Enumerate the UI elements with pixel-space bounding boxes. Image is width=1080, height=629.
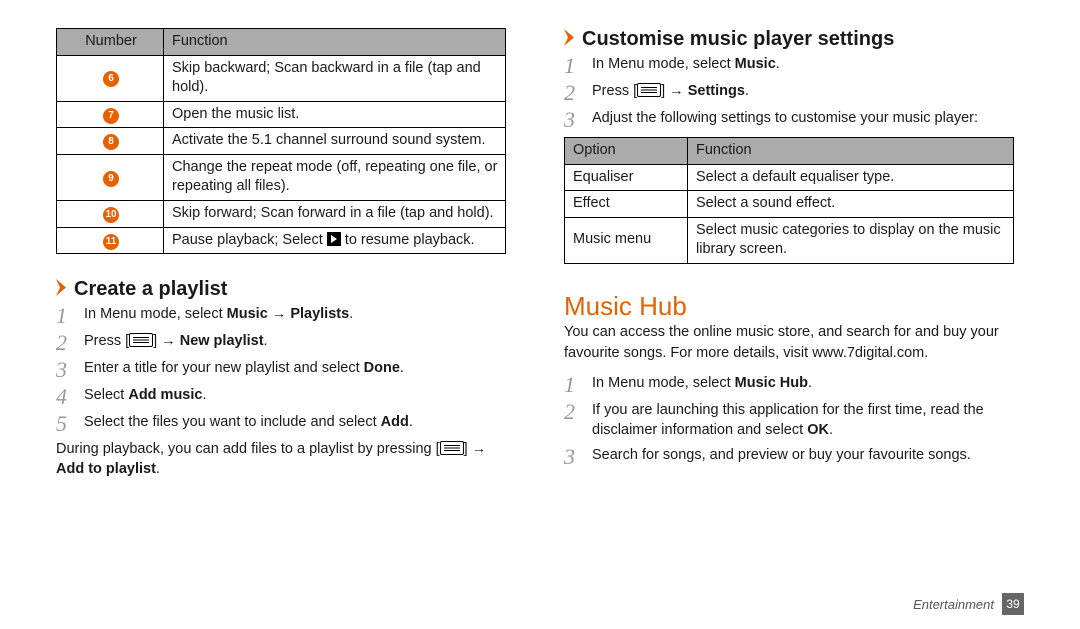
row-option: Effect: [565, 191, 688, 218]
step-number: 2: [56, 331, 74, 354]
row-function: Skip forward; Scan forward in a file (ta…: [164, 200, 506, 227]
main-heading-music-hub: Music Hub: [564, 292, 1014, 321]
row-number: 10: [57, 200, 164, 227]
step-number: 3: [564, 445, 582, 468]
row-function: Select a default equaliser type.: [688, 164, 1014, 191]
step-number: 2: [564, 81, 582, 104]
page-footer: Entertainment 39: [913, 593, 1024, 615]
number-badge-icon: 9: [103, 171, 119, 187]
table-row: 9 Change the repeat mode (off, repeating …: [57, 154, 506, 200]
table-row: 6 Skip backward; Scan backward in a file …: [57, 55, 506, 101]
row-option: Equaliser: [565, 164, 688, 191]
step-number: 1: [56, 304, 74, 327]
table-row: 8 Activate the 5.1 channel surround sound…: [57, 128, 506, 155]
step-item: 2If you are launching this application f…: [564, 400, 1014, 441]
row-function: Open the music list.: [164, 101, 506, 128]
step-item: 2 Press [] → New playlist.: [56, 331, 506, 354]
settings-table: Option Function EqualiserSelect a defaul…: [564, 137, 1014, 264]
sub-heading-create-playlist: Create a playlist: [56, 278, 506, 300]
music-hub-paragraph: You can access the online music store, a…: [564, 322, 1014, 363]
step-number: 4: [56, 385, 74, 408]
step-item: 3 Adjust the following settings to custom…: [564, 108, 1014, 131]
step-item: 1 In Menu mode, select Music Hub.: [564, 373, 1014, 396]
step-number: 1: [564, 373, 582, 396]
footer-page-number: 39: [1002, 593, 1024, 615]
row-function: Select a sound effect.: [688, 191, 1014, 218]
step-text: Press [] → Settings.: [592, 81, 1014, 104]
table-header-function2: Function: [688, 138, 1014, 165]
row-option: Music menu: [565, 217, 688, 263]
step-item: 3 Enter a title for your new playlist and…: [56, 358, 506, 381]
step-text: In Menu mode, select Music.: [592, 54, 1014, 77]
menu-key-icon: [637, 83, 661, 97]
step-item: 4 Select Add music.: [56, 385, 506, 408]
step-text: Enter a title for your new playlist and …: [84, 358, 506, 381]
table-header-function: Function: [164, 29, 506, 56]
table-row: EffectSelect a sound effect.: [565, 191, 1014, 218]
step-text: Adjust the following settings to customi…: [592, 108, 1014, 131]
chevron-icon: [56, 279, 70, 301]
step-item: 3 Search for songs, and preview or buy yo…: [564, 445, 1014, 468]
table-row: 7 Open the music list.: [57, 101, 506, 128]
right-column: Customise music player settings 1 In Menu…: [564, 28, 1014, 490]
step-number: 1: [564, 54, 582, 77]
row-number: 7: [57, 101, 164, 128]
table-row: Music menuSelect music categories to dis…: [565, 217, 1014, 263]
number-badge-icon: 10: [103, 207, 119, 223]
left-column: Number Function 6 Skip backward; Scan bac…: [56, 28, 506, 490]
row-number: 8: [57, 128, 164, 155]
table-header-option: Option: [565, 138, 688, 165]
table-header-number: Number: [57, 29, 164, 56]
step-item: 1 In Menu mode, select Music → Playlists.: [56, 304, 506, 327]
step-number: 3: [564, 108, 582, 131]
step-item: 1 In Menu mode, select Music.: [564, 54, 1014, 77]
step-text: Search for songs, and preview or buy you…: [592, 445, 1014, 468]
step-number: 3: [56, 358, 74, 381]
step-text: Press [] → New playlist.: [84, 331, 506, 354]
number-badge-icon: 11: [103, 234, 119, 250]
function-table: Number Function 6 Skip backward; Scan bac…: [56, 28, 506, 254]
table-row: 11 Pause playback; Select to resume playb…: [57, 227, 506, 254]
step-item: 2 Press [] → Settings.: [564, 81, 1014, 104]
step-text: Select Add music.: [84, 385, 506, 408]
play-icon: [327, 232, 341, 246]
sub-heading-customise-settings: Customise music player settings: [564, 28, 1014, 50]
row-number: 6: [57, 55, 164, 101]
footer-section: Entertainment: [913, 597, 994, 612]
page-content: Number Function 6 Skip backward; Scan bac…: [0, 0, 1080, 490]
number-badge-icon: 7: [103, 108, 119, 124]
step-number: 5: [56, 412, 74, 435]
step-text: If you are launching this application fo…: [592, 400, 1014, 441]
step-text: In Menu mode, select Music → Playlists.: [84, 304, 506, 327]
step-text: Select the files you want to include and…: [84, 412, 506, 435]
table-row: EqualiserSelect a default equaliser type…: [565, 164, 1014, 191]
row-function: Select music categories to display on th…: [688, 217, 1014, 263]
chevron-icon: [564, 29, 578, 51]
menu-key-icon: [129, 333, 153, 347]
table-row: 10 Skip forward; Scan forward in a file (…: [57, 200, 506, 227]
row-function: Change the repeat mode (off, repeating o…: [164, 154, 506, 200]
row-function: Activate the 5.1 channel surround sound …: [164, 128, 506, 155]
row-number: 9: [57, 154, 164, 200]
step-text: In Menu mode, select Music Hub.: [592, 373, 1014, 396]
number-badge-icon: 6: [103, 71, 119, 87]
row-function: Skip backward; Scan backward in a file (…: [164, 55, 506, 101]
row-function: Pause playback; Select to resume playbac…: [164, 227, 506, 254]
number-badge-icon: 8: [103, 134, 119, 150]
step-item: 5 Select the files you want to include an…: [56, 412, 506, 435]
row-number: 11: [57, 227, 164, 254]
step-number: 2: [564, 400, 582, 441]
playlist-add-note: During playback, you can add files to a …: [56, 439, 506, 480]
menu-key-icon: [440, 441, 464, 455]
